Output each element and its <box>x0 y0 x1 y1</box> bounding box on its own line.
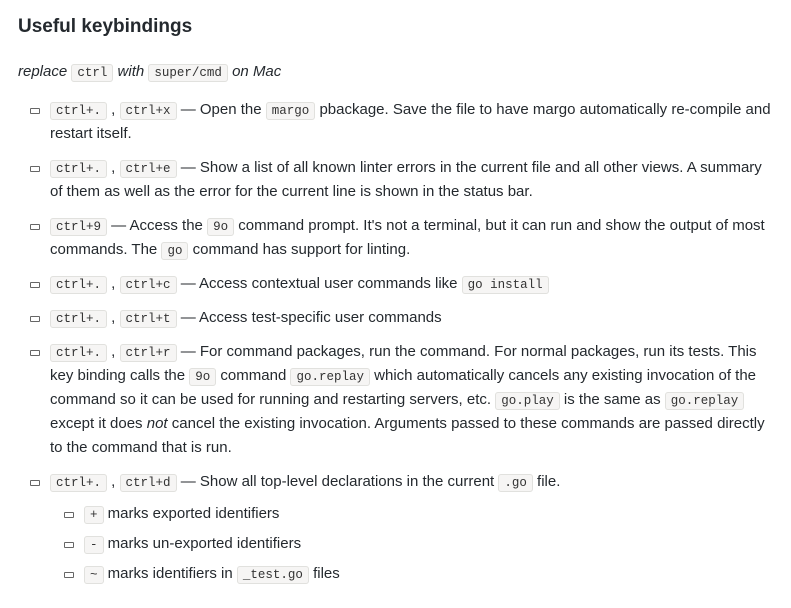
kbd: ctrl+r <box>120 344 177 362</box>
code-go-replay: go.replay <box>665 392 745 410</box>
intro-mid: with <box>113 63 148 80</box>
sep: , <box>107 309 120 326</box>
code-plus: + <box>84 506 104 524</box>
code-go-play: go.play <box>495 392 560 410</box>
text: marks identifiers in <box>104 565 237 582</box>
text: — Show all top-level declarations in the… <box>177 473 499 490</box>
text: except it does <box>50 415 147 432</box>
keybinding-list: ctrl+. , ctrl+x — Open the margo pbackag… <box>18 98 773 586</box>
page-title: Useful keybindings <box>18 12 773 42</box>
text: — Access test-specific user commands <box>177 309 442 326</box>
code-go-replay: go.replay <box>290 368 370 386</box>
kbd-ctrl: ctrl <box>71 64 113 82</box>
text: — Access the <box>107 217 207 234</box>
text: marks un-exported identifiers <box>104 535 302 552</box>
code-9o: 9o <box>207 218 234 236</box>
kbd: ctrl+t <box>120 310 177 328</box>
sep: , <box>107 275 120 292</box>
code-go-install: go install <box>462 276 549 294</box>
kbd: ctrl+. <box>50 102 107 120</box>
kbd: ctrl+d <box>120 474 177 492</box>
kbd: ctrl+. <box>50 474 107 492</box>
intro-post: on Mac <box>228 63 281 80</box>
sep: , <box>107 343 120 360</box>
text: — Access contextual user commands like <box>177 275 462 292</box>
text: marks exported identifiers <box>104 505 280 522</box>
list-item: ctrl+. , ctrl+x — Open the margo pbackag… <box>34 98 773 146</box>
sub-list: + marks exported identifiers - marks un-… <box>50 502 773 586</box>
list-item: ctrl+. , ctrl+r — For command packages, … <box>34 340 773 460</box>
kbd: ctrl+. <box>50 160 107 178</box>
sep: , <box>107 101 120 118</box>
kbd: ctrl+. <box>50 310 107 328</box>
code-margo: margo <box>266 102 316 120</box>
kbd: ctrl+e <box>120 160 177 178</box>
text: is the same as <box>560 391 665 408</box>
kbd: ctrl+9 <box>50 218 107 236</box>
code-tilde: ~ <box>84 566 104 584</box>
code-test-go: _test.go <box>237 566 309 584</box>
intro-line: replace ctrl with super/cmd on Mac <box>18 60 773 84</box>
list-item: ctrl+. , ctrl+d — Show all top-level dec… <box>34 470 773 586</box>
list-item: ~ marks identifiers in _test.go files <box>68 562 773 586</box>
intro-pre: replace <box>18 63 71 80</box>
list-item: + marks exported identifiers <box>68 502 773 526</box>
kbd: ctrl+. <box>50 276 107 294</box>
sep: , <box>107 473 120 490</box>
text: file. <box>533 473 561 490</box>
kbd: ctrl+c <box>120 276 177 294</box>
sep: , <box>107 159 120 176</box>
kbd: ctrl+x <box>120 102 177 120</box>
list-item: - marks un-exported identifiers <box>68 532 773 556</box>
list-item: ctrl+. , ctrl+e — Show a list of all kno… <box>34 156 773 204</box>
emphasis-not: not <box>147 415 168 432</box>
list-item: ctrl+. , ctrl+t — Access test-specific u… <box>34 306 773 330</box>
kbd: ctrl+. <box>50 344 107 362</box>
code-go: go <box>161 242 188 260</box>
code-9o: 9o <box>189 368 216 386</box>
code-dot-go: .go <box>498 474 533 492</box>
list-item: ctrl+9 — Access the 9o command prompt. I… <box>34 214 773 262</box>
kbd-super-cmd: super/cmd <box>148 64 228 82</box>
text: command has support for linting. <box>188 241 410 258</box>
text: files <box>309 565 340 582</box>
code-minus: - <box>84 536 104 554</box>
text: — Open the <box>177 101 266 118</box>
text: command <box>216 367 290 384</box>
list-item: ctrl+. , ctrl+c — Access contextual user… <box>34 272 773 296</box>
